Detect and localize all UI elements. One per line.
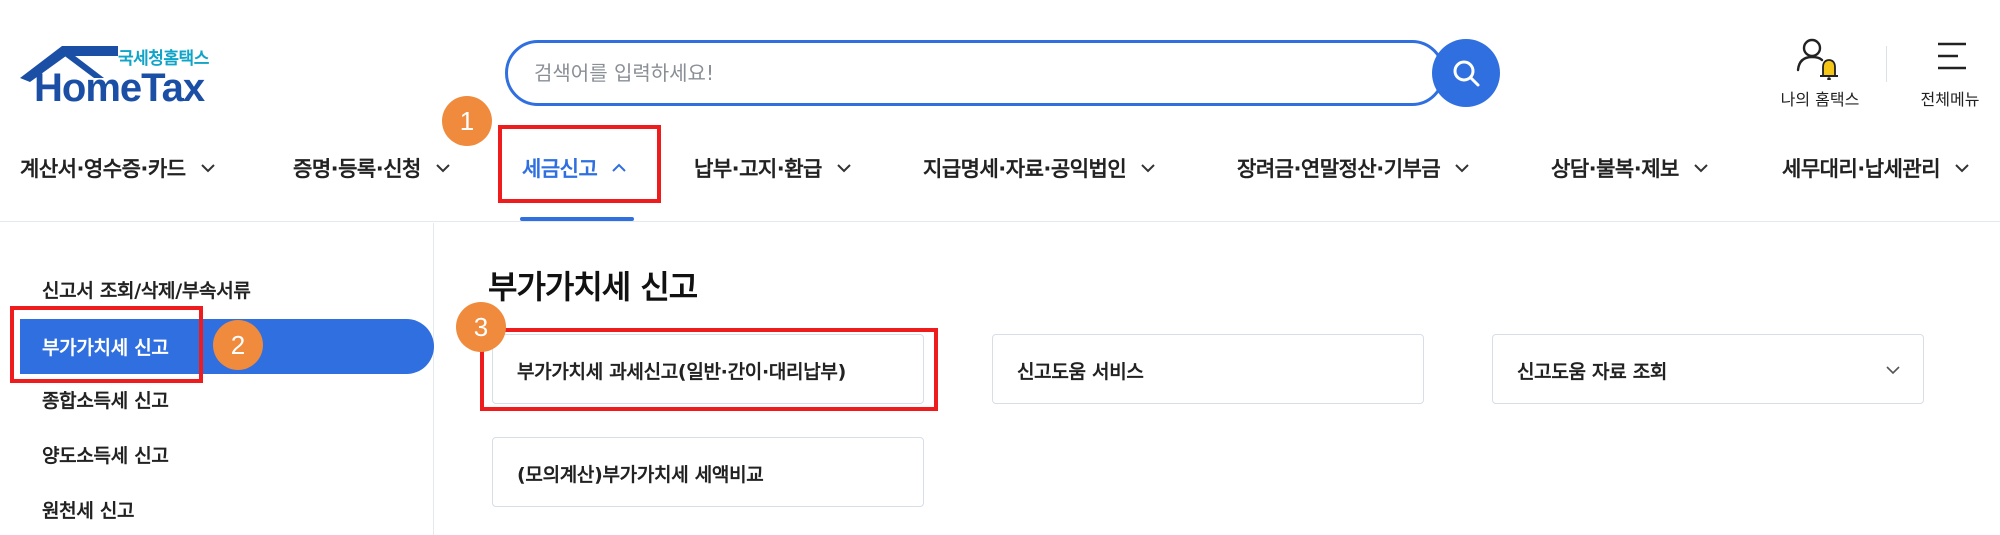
sidebar-item-withholding-tax[interactable]: 원천세 신고 xyxy=(42,496,135,523)
gnb-item-payment[interactable]: 납부·고지·환급 xyxy=(694,148,852,188)
gnb-item-certificate[interactable]: 증명·등록·신청 xyxy=(293,148,451,188)
gnb-item-consultation[interactable]: 상담·불복·제보 xyxy=(1551,148,1709,188)
card-vat-filing[interactable]: 부가가치세 과세신고(일반·간이·대리납부) xyxy=(492,334,924,404)
sidebar-item-income-tax[interactable]: 종합소득세 신고 xyxy=(42,386,169,413)
chevron-down-icon xyxy=(1140,163,1156,173)
user-bell-icon xyxy=(1796,38,1838,80)
gnb-item-label: 세무대리·납세관리 xyxy=(1782,157,1941,181)
gnb-item-invoice[interactable]: 계산서·영수증·카드 xyxy=(20,148,216,188)
gnb-item-label: 세금신고 xyxy=(522,157,598,181)
search-icon xyxy=(1453,60,1480,87)
my-hometax-label: 나의 홈택스 xyxy=(1780,90,1860,109)
chevron-down-icon xyxy=(1693,163,1709,173)
annotation-badge-2: 2 xyxy=(213,320,263,370)
hamburger-menu-icon xyxy=(1938,42,1966,70)
annotation-badge-1: 1 xyxy=(442,96,492,146)
gnb-item-tax-report[interactable]: 세금신고 xyxy=(522,148,627,188)
chevron-down-icon xyxy=(1886,366,1900,375)
chevron-down-icon xyxy=(200,163,216,173)
gnb-item-label: 증명·등록·신청 xyxy=(293,157,421,181)
site-header: 국세청홈택스 HomeTax 나의 홈택스 전체메뉴 계산서·영수증·카드 xyxy=(0,0,2000,222)
chevron-down-icon xyxy=(435,163,451,173)
gnb-item-label: 상담·불복·제보 xyxy=(1551,157,1679,181)
card-label: 신고도움 자료 조회 xyxy=(1517,361,1668,383)
annotation-badge-3: 3 xyxy=(456,302,506,352)
sidebar-item-transfer-tax[interactable]: 양도소득세 신고 xyxy=(42,441,169,468)
hometax-logo[interactable]: 국세청홈택스 HomeTax xyxy=(18,36,233,112)
card-label: 부가가치세 과세신고(일반·간이·대리납부) xyxy=(517,361,846,383)
gnb-item-label: 장려금·연말정산·기부금 xyxy=(1237,157,1441,181)
gnb-item-tax-agent[interactable]: 세무대리·납세관리 xyxy=(1782,148,1970,188)
active-tab-indicator xyxy=(520,217,634,221)
page-title: 부가가치세 신고 xyxy=(488,268,698,306)
search-input[interactable] xyxy=(534,57,1354,89)
card-filing-help-service[interactable]: 신고도움 서비스 xyxy=(992,334,1424,404)
card-vat-simulation[interactable]: (모의계산)부가가치세 세액비교 xyxy=(492,437,924,507)
all-menu-label: 전체메뉴 xyxy=(1920,90,1980,109)
sidebar-item-label: 부가가치세 신고 xyxy=(42,337,169,359)
all-menu-button[interactable]: 전체메뉴 xyxy=(1910,36,1990,111)
gnb-item-label: 계산서·영수증·카드 xyxy=(20,157,186,181)
chevron-down-icon xyxy=(1954,163,1970,173)
side-menu: 신고서 조회/삭제/부속서류 종합소득세 신고 양도소득세 신고 원천세 신고 xyxy=(0,223,434,535)
chevron-up-icon xyxy=(611,163,627,173)
gnb-item-label: 지급명세·자료·공익법인 xyxy=(923,157,1127,181)
chevron-down-icon xyxy=(1454,163,1470,173)
card-filing-help-data[interactable]: 신고도움 자료 조회 xyxy=(1492,334,1924,404)
search-button[interactable] xyxy=(1432,39,1500,107)
gnb-item-label: 납부·고지·환급 xyxy=(694,157,822,181)
card-label: 신고도움 서비스 xyxy=(1017,361,1144,383)
header-divider xyxy=(1886,46,1887,82)
card-label: (모의계산)부가가치세 세액비교 xyxy=(517,464,764,486)
gnb-item-statements[interactable]: 지급명세·자료·공익법인 xyxy=(923,148,1156,188)
logo-wordmark: HomeTax xyxy=(34,66,205,110)
my-hometax-button[interactable]: 나의 홈택스 xyxy=(1765,36,1875,111)
gnb-item-incentives[interactable]: 장려금·연말정산·기부금 xyxy=(1237,148,1470,188)
sidebar-item-report-lookup[interactable]: 신고서 조회/삭제/부속서류 xyxy=(42,276,251,303)
chevron-down-icon xyxy=(836,163,852,173)
search-bar xyxy=(505,40,1445,106)
